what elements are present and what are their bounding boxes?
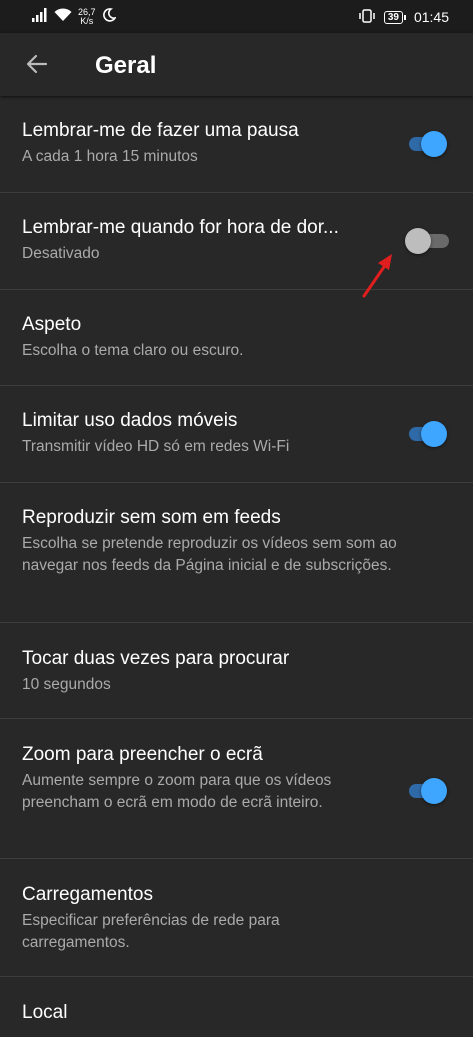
battery-level: 39 (383, 10, 403, 24)
setting-title: Zoom para preencher o ecrã (22, 744, 263, 765)
setting-subtitle: Escolha o tema claro ou escuro. (22, 342, 244, 359)
limit-mobile-data-toggle[interactable] (405, 419, 447, 449)
vibrate-icon (358, 8, 376, 26)
setting-uploads[interactable]: Carregamentos Especificar preferências d… (0, 859, 473, 977)
setting-title: Tocar duas vezes para procurar (22, 648, 290, 669)
arrow-left-icon (25, 52, 49, 81)
signal-icon (32, 7, 48, 27)
wifi-icon (54, 7, 72, 27)
speed-unit: K/s (80, 16, 94, 26)
setting-title: Reproduzir sem som em feeds (22, 507, 281, 528)
setting-subtitle: A cada 1 hora 15 minutos (22, 148, 198, 165)
setting-break-reminder[interactable]: Lembrar-me de fazer uma pausa A cada 1 h… (0, 96, 473, 193)
battery-icon: 39 (383, 10, 406, 24)
bedtime-reminder-toggle[interactable] (405, 226, 449, 256)
setting-subtitle: Especificar preferências de rede para ca… (22, 912, 280, 951)
setting-double-tap-seek[interactable]: Tocar duas vezes para procurar 10 segund… (0, 623, 473, 719)
network-speed: 26,7 K/s (78, 8, 96, 26)
status-right: 39 01:45 (358, 6, 449, 28)
setting-title: Carregamentos (22, 884, 153, 905)
setting-subtitle: Desativado (22, 245, 100, 262)
setting-appearance[interactable]: Aspeto Escolha o tema claro ou escuro. (0, 290, 473, 386)
red-arrow-annotation (362, 254, 392, 298)
setting-title: Local (22, 1002, 68, 1023)
status-bar: 26,7 K/s 39 01:45 (0, 0, 473, 33)
setting-bedtime-reminder[interactable]: Lembrar-me quando for hora de dor... Des… (0, 193, 473, 290)
setting-subtitle: Escolha se pretende reproduzir os vídeos… (22, 535, 397, 574)
setting-title: Limitar uso dados móveis (22, 410, 238, 431)
page-title: Geral (95, 52, 157, 79)
setting-subtitle: 10 segundos (22, 676, 111, 693)
back-button[interactable] (22, 51, 52, 81)
setting-limit-mobile-data[interactable]: Limitar uso dados móveis Transmitir víde… (0, 386, 473, 483)
status-left: 26,7 K/s (32, 6, 117, 28)
setting-title: Aspeto (22, 314, 82, 335)
setting-location[interactable]: Local (0, 977, 473, 1037)
app-bar: Geral (0, 33, 473, 96)
settings-list: Lembrar-me de fazer uma pausa A cada 1 h… (0, 96, 473, 1037)
setting-title: Lembrar-me quando for hora de dor... (22, 217, 339, 238)
setting-zoom-to-fill[interactable]: Zoom para preencher o ecrã Aumente sempr… (0, 719, 473, 859)
break-reminder-toggle[interactable] (405, 129, 447, 159)
zoom-to-fill-toggle[interactable] (405, 776, 447, 806)
setting-subtitle: Transmitir vídeo HD só em redes Wi-Fi (22, 438, 290, 455)
moon-icon (102, 7, 117, 27)
setting-subtitle: Aumente sempre o zoom para que os vídeos… (22, 772, 332, 811)
clock: 01:45 (413, 9, 449, 25)
setting-muted-playback[interactable]: Reproduzir sem som em feeds Escolha se p… (0, 483, 473, 623)
setting-title: Lembrar-me de fazer uma pausa (22, 120, 299, 141)
